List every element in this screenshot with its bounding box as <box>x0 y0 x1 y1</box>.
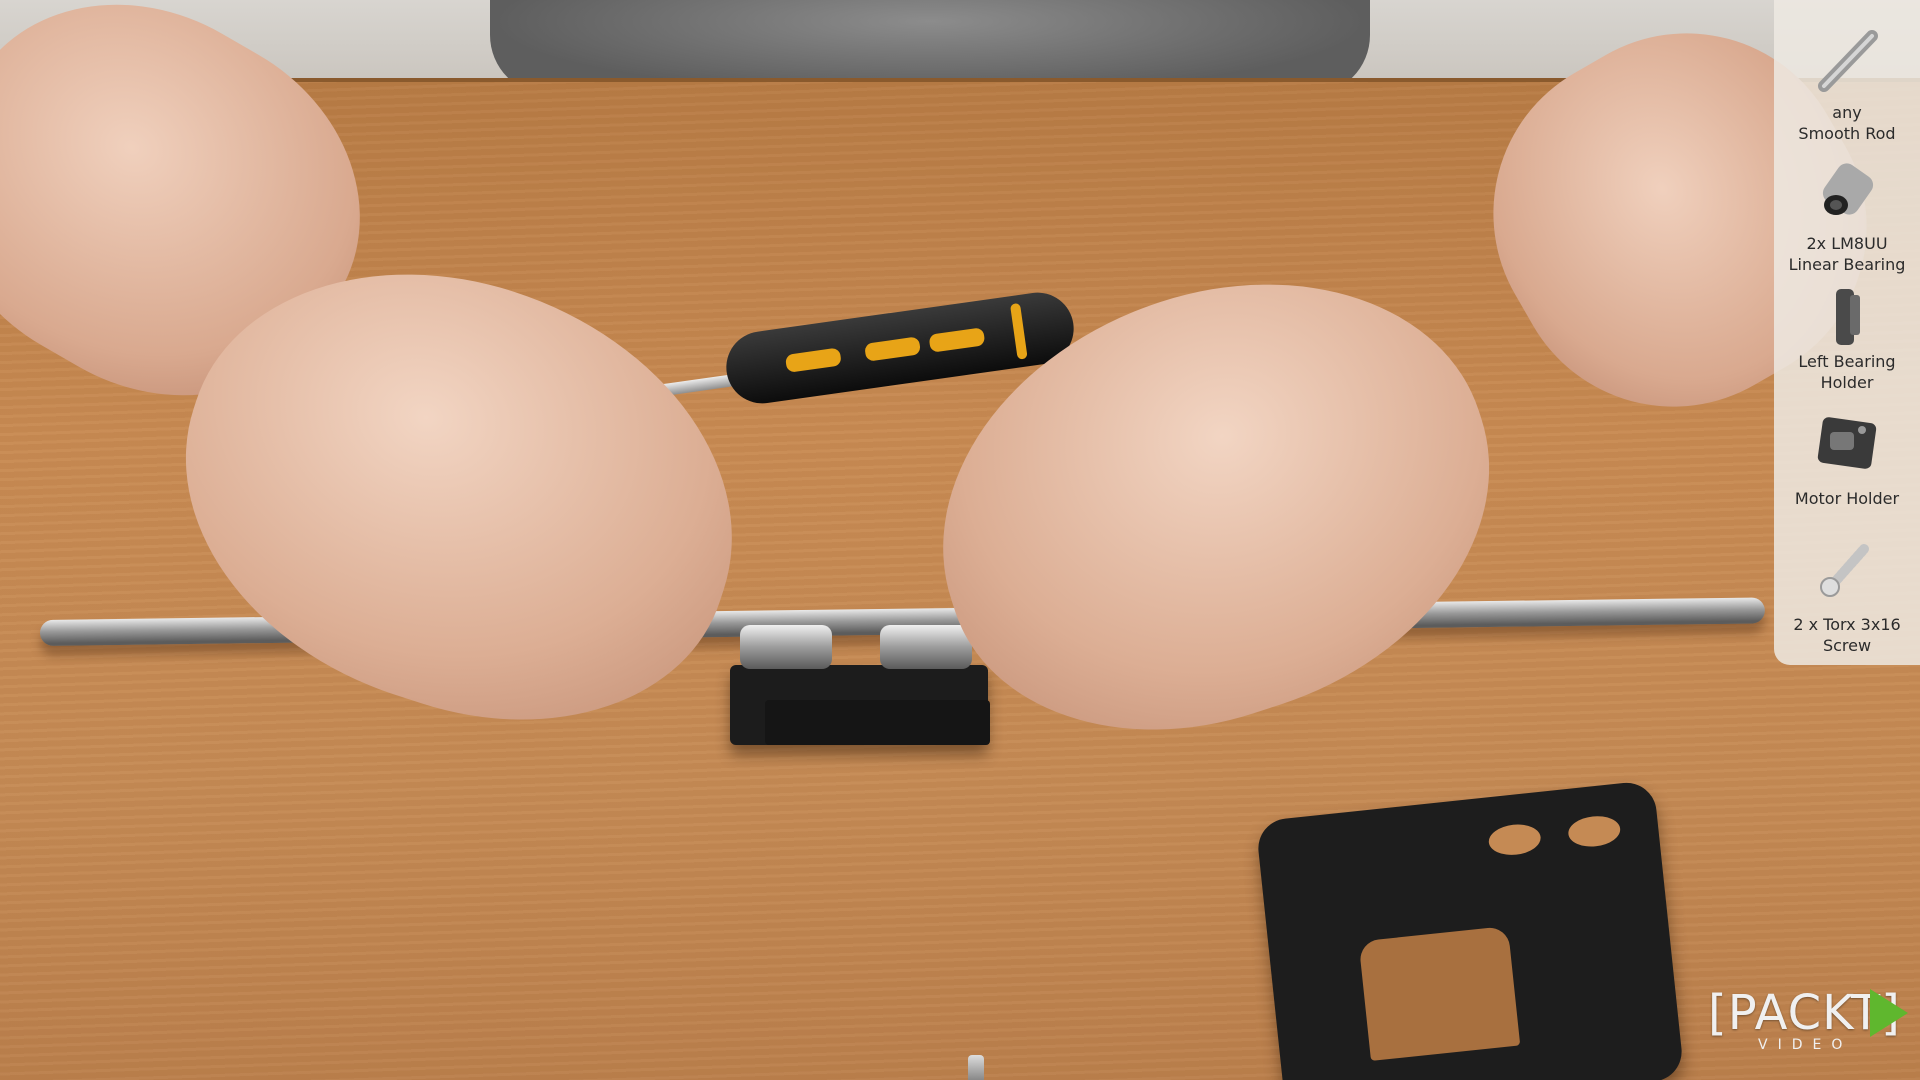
part-label-line2: Screw <box>1822 636 1872 655</box>
part-label-line2: Holder <box>1820 373 1874 392</box>
part-label-line2: Smooth Rod <box>1798 124 1896 143</box>
loose-screw <box>968 1055 984 1080</box>
part-label-line1: any <box>1832 103 1862 122</box>
part-label-line1: Motor Holder <box>1794 489 1900 508</box>
screwdriver-stripe <box>928 327 986 353</box>
linear-bearing-icon <box>1822 163 1874 215</box>
part-label-line2: Linear Bearing <box>1788 255 1906 274</box>
bearing-holder-base <box>765 700 990 745</box>
packt-video-logo: [PACKT] VIDEO <box>1708 985 1918 1055</box>
screwdriver-stripe <box>784 347 842 373</box>
logo-subtitle: VIDEO <box>1758 1037 1853 1053</box>
bearing-holder-icon <box>1836 289 1860 345</box>
part-label-line1: 2x LM8UU <box>1806 234 1888 253</box>
play-triangle-icon <box>1870 989 1908 1037</box>
part-label-line1: Left Bearing <box>1798 352 1896 371</box>
screwdriver-ring <box>1009 302 1028 360</box>
linear-bearing <box>880 625 972 669</box>
part-label-line1: 2 x Torx 3x16 <box>1793 615 1901 634</box>
smooth-rod-icon <box>1818 30 1878 92</box>
torx-screw-icon <box>1820 544 1869 597</box>
motor-holder-hole <box>1487 822 1543 858</box>
motor-holder-icon <box>1817 417 1877 469</box>
parts-list-panel: any Smooth Rod 2x LM8UU Linear Bearing L… <box>1774 0 1920 665</box>
screwdriver-stripe <box>864 336 922 362</box>
motor-holder-window <box>1358 925 1521 1061</box>
motor-holder-hole <box>1566 813 1622 849</box>
linear-bearing <box>740 625 832 669</box>
video-frame: any Smooth Rod 2x LM8UU Linear Bearing L… <box>0 0 1920 1080</box>
motor-holder-part <box>1255 779 1685 1080</box>
